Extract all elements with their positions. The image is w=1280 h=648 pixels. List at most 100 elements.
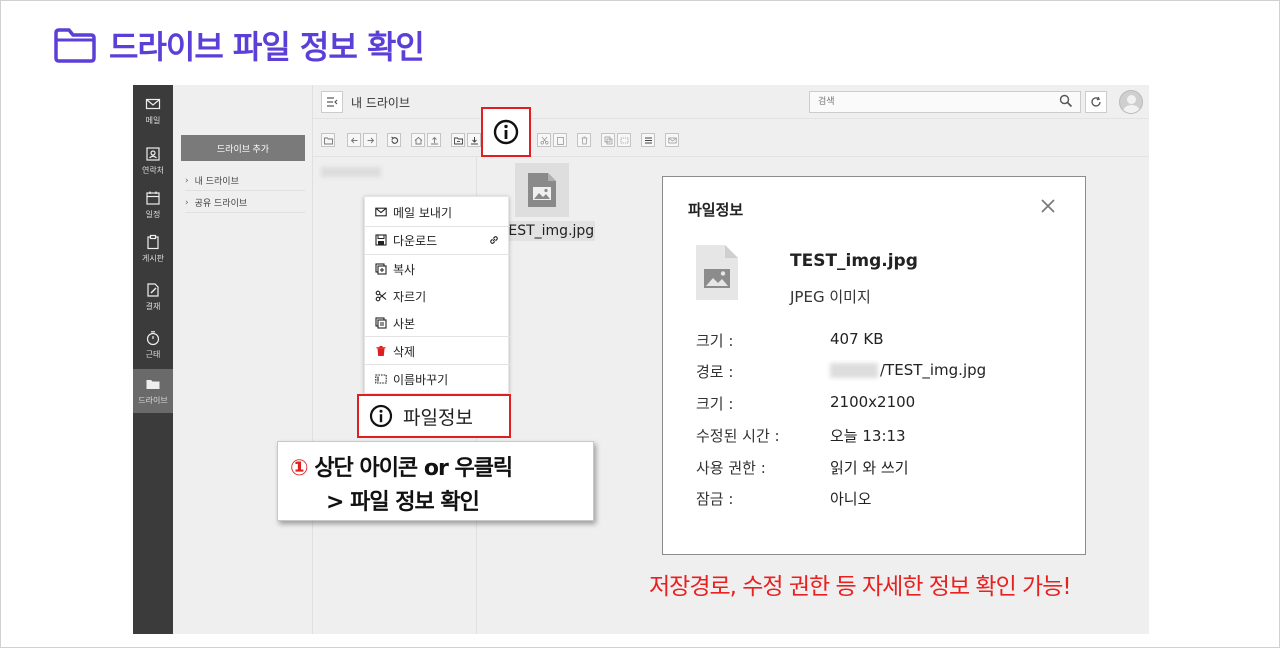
home-icon	[414, 136, 422, 144]
page-title: 내 드라이브	[351, 96, 411, 110]
clipboard-icon	[556, 136, 564, 145]
download-toolbar-button[interactable]	[467, 133, 481, 147]
link-icon[interactable]	[488, 234, 500, 246]
upload-icon	[430, 136, 438, 144]
chevron-right-icon: ›	[185, 197, 189, 208]
paste-toolbar-button[interactable]	[553, 133, 567, 147]
trash-icon	[581, 136, 587, 144]
forward-button[interactable]	[363, 133, 377, 147]
copy-toolbar-button[interactable]	[601, 133, 615, 147]
file-thumbnail[interactable]	[515, 163, 569, 217]
info-icon	[369, 404, 393, 428]
blurred-path	[830, 363, 878, 378]
mail-icon	[375, 207, 387, 217]
list-view-button[interactable]	[641, 133, 655, 147]
context-menu-delete[interactable]: 삭제	[365, 338, 510, 364]
move-folder-button[interactable]	[451, 133, 465, 147]
arrow-left-icon	[350, 137, 357, 143]
context-menu: 메일 보내기 다운로드 복사 자르기 사본 삭제 이름바꾸기	[364, 196, 510, 394]
dialog-file-type: JPEG 이미지	[790, 288, 871, 306]
cut-toolbar-button[interactable]	[537, 133, 551, 147]
delete-toolbar-button[interactable]	[577, 133, 591, 147]
home-button[interactable]	[411, 133, 425, 147]
context-menu-file-info[interactable]: 파일정보	[357, 394, 511, 438]
context-menu-send-mail[interactable]: 메일 보내기	[365, 199, 510, 225]
mail-icon	[145, 98, 161, 110]
info-row-dimensions: 크기 : 2100x2100	[696, 393, 916, 413]
context-menu-download[interactable]: 다운로드	[365, 227, 510, 253]
search-input[interactable]	[809, 91, 1081, 113]
nav-item-board[interactable]: 게시판	[133, 227, 173, 271]
new-folder-button[interactable]	[321, 133, 335, 147]
undo-icon	[390, 136, 398, 144]
sidebar-item-shared-drive[interactable]: › 공유 드라이브	[185, 193, 305, 213]
nav-item-drive[interactable]: 드라이브	[133, 369, 173, 413]
menu-divider	[365, 364, 510, 365]
info-row-path: 경로 : /TEST_img.jpg	[696, 361, 987, 381]
copy-icon	[604, 136, 612, 144]
folder-move-icon	[453, 137, 463, 144]
menu-divider	[365, 336, 510, 337]
copy-plus-icon	[375, 263, 387, 275]
context-menu-rename[interactable]: 이름바꾸기	[365, 366, 510, 392]
add-drive-button[interactable]: 드라이브 추가	[181, 135, 305, 161]
download-icon	[470, 136, 478, 144]
list-icon	[644, 137, 652, 143]
context-menu-duplicate[interactable]: 사본	[365, 310, 510, 336]
edit-document-icon	[147, 283, 159, 297]
arrow-right-icon	[367, 137, 374, 143]
refresh-button[interactable]	[1085, 91, 1107, 113]
info-row-permission: 사용 권한 : 읽기 와 쓰기	[696, 459, 909, 477]
context-menu-copy[interactable]: 복사	[365, 256, 510, 282]
scissors-icon	[375, 290, 387, 302]
slide: 드라이브 파일 정보 확인 메일 연락처 일정 게시판 결재 근태 드라이브 드…	[0, 0, 1280, 648]
mail-icon	[667, 137, 677, 143]
folder-open-icon	[146, 380, 160, 389]
image-file-icon	[528, 173, 556, 207]
heading-text: 드라이브 파일 정보 확인	[109, 28, 425, 66]
menu-toggle-button[interactable]	[321, 91, 343, 113]
note-text: 저장경로, 수정 권한 등 자세한 정보 확인 가능!	[649, 574, 1072, 600]
duplicate-icon	[375, 317, 387, 329]
menu-divider	[365, 254, 510, 255]
context-menu-cut[interactable]: 자르기	[365, 283, 510, 309]
info-row-size: 크기 : 407 KB	[696, 330, 884, 350]
drive-sidebar: 드라이브 추가 › 내 드라이브 › 공유 드라이브	[173, 85, 313, 634]
file-info-toolbar-button[interactable]	[481, 107, 531, 157]
nav-item-attendance[interactable]: 근태	[133, 323, 173, 367]
dialog-title: 파일정보	[688, 201, 744, 219]
info-row-lock: 잠금 : 아니오	[696, 490, 872, 508]
rename-icon	[620, 137, 628, 143]
upload-button[interactable]	[427, 133, 441, 147]
trash-icon	[376, 346, 386, 356]
slide-heading: 드라이브 파일 정보 확인	[53, 23, 425, 67]
rename-toolbar-button[interactable]	[617, 133, 631, 147]
toolbar	[313, 107, 1149, 157]
nav-item-contacts[interactable]: 연락처	[133, 139, 173, 183]
calendar-icon	[146, 191, 160, 205]
file-info-dialog: 파일정보 TEST_img.jpg JPEG 이미지 크기 : 407 KB 경…	[662, 176, 1086, 555]
info-icon	[493, 119, 519, 145]
timer-icon	[146, 331, 160, 346]
info-row-modified: 수정된 시간 : 오늘 13:13	[696, 427, 906, 445]
file-name-label[interactable]: TEST_img.jpg	[499, 221, 595, 241]
collapse-menu-icon	[327, 97, 338, 107]
reload-button[interactable]	[387, 133, 401, 147]
clipboard-icon	[147, 234, 159, 250]
nav-item-approval[interactable]: 결재	[133, 275, 173, 319]
nav-item-mail[interactable]: 메일	[133, 89, 173, 133]
nav-item-calendar[interactable]: 일정	[133, 183, 173, 227]
instruction-callout: ① 상단 아이콘 or 우클릭 > 파일 정보 확인	[277, 441, 594, 521]
rename-icon	[375, 374, 387, 384]
close-icon[interactable]	[1039, 197, 1057, 215]
refresh-icon	[1091, 96, 1101, 107]
back-button[interactable]	[347, 133, 361, 147]
callout-line-1: 상단 아이콘 or 우클릭	[314, 456, 513, 481]
callout-line-2: > 파일 정보 확인	[326, 490, 480, 515]
avatar[interactable]	[1119, 90, 1143, 114]
top-bar: 내 드라이브	[313, 85, 1149, 119]
sidebar-item-my-drive[interactable]: › 내 드라이브	[185, 171, 305, 191]
mail-toolbar-button[interactable]	[665, 133, 679, 147]
folder-icon	[323, 137, 333, 144]
search-icon[interactable]	[1059, 94, 1073, 108]
